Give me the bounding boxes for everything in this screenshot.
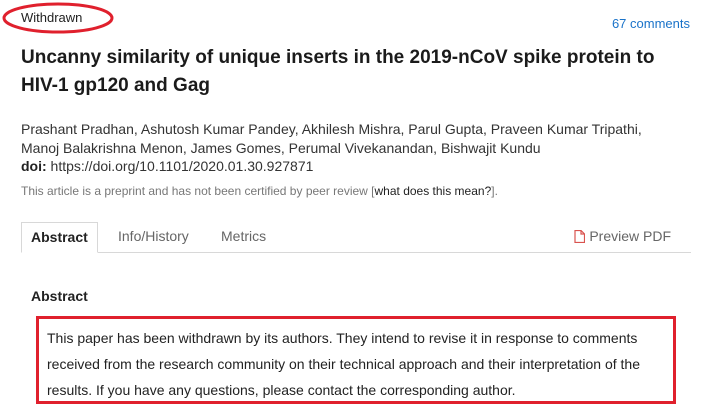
abstract-highlight-box: This paper has been withdrawn by its aut… xyxy=(36,316,676,404)
status-label: Withdrawn xyxy=(21,10,83,25)
author-list: Prashant Pradhan, Ashutosh Kumar Pandey,… xyxy=(21,120,701,158)
preview-pdf-label: Preview PDF xyxy=(589,228,671,244)
article-tabs: Abstract Info/History Metrics Preview PD… xyxy=(21,222,691,253)
what-does-this-mean-link[interactable]: what does this mean? xyxy=(375,184,492,198)
withdrawn-status: Withdrawn xyxy=(0,0,118,36)
doi-link[interactable]: https://doi.org/10.1101/2020.01.30.92787… xyxy=(51,158,314,174)
abstract-heading: Abstract xyxy=(31,288,88,304)
authors-line: Prashant Pradhan, Ashutosh Kumar Pandey,… xyxy=(21,121,642,137)
preview-pdf-link[interactable]: Preview PDF xyxy=(574,222,671,251)
comments-link[interactable]: 67 comments xyxy=(612,16,690,31)
preprint-note-suffix: ]. xyxy=(491,184,498,198)
pdf-file-icon xyxy=(574,230,586,243)
abstract-text: This paper has been withdrawn by its aut… xyxy=(47,330,640,398)
doi: doi: https://doi.org/10.1101/2020.01.30.… xyxy=(21,158,313,174)
preprint-note: This article is a preprint and has not b… xyxy=(21,184,498,198)
tab-metrics[interactable]: Metrics xyxy=(221,222,266,251)
tab-abstract[interactable]: Abstract xyxy=(21,222,98,253)
article-title: Uncanny similarity of unique inserts in … xyxy=(21,47,655,96)
authors-line: Manoj Balakrishna Menon, James Gomes, Pe… xyxy=(21,140,541,156)
doi-label: doi: xyxy=(21,158,47,174)
tab-info-history[interactable]: Info/History xyxy=(118,222,189,251)
preprint-note-text: This article is a preprint and has not b… xyxy=(21,184,375,198)
